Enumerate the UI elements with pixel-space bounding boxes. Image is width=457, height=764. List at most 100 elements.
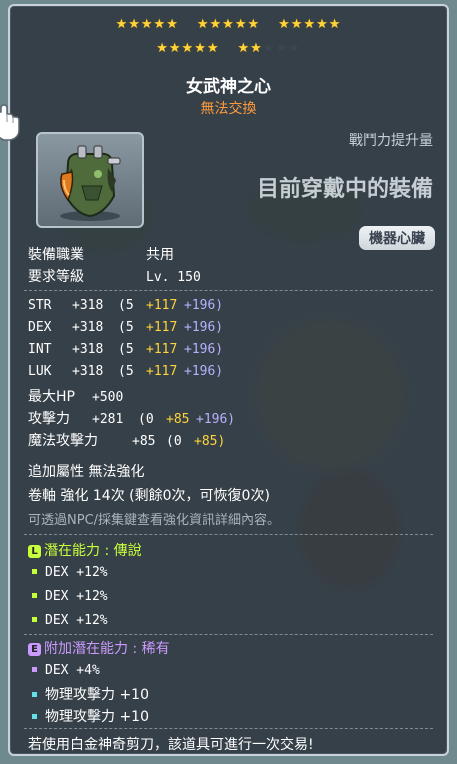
star-filled-icon: ★ [156, 41, 169, 56]
item-icon-frame [36, 132, 144, 228]
stat-name: 最大HP [28, 389, 75, 405]
stat-row-dex: DEX +318 (5 +117 +196) [28, 320, 223, 335]
stat-bonus: +85 [166, 412, 190, 427]
stat-row-str: STR +318 (5 +117 +196) [28, 298, 223, 313]
category-badge: 機器心臟 [359, 226, 435, 250]
item-tooltip: ★★★★★ ★★★★★ ★★★★★ ★★★★★ ★★★★★ 女武神之心 無法交換 戰鬥… [8, 4, 449, 756]
star-group: ★★★★★ [278, 18, 341, 32]
star-empty-icon: ★ [262, 41, 276, 56]
star-group: ★★★★★ [238, 42, 301, 56]
star-filled-icon: ★ [316, 17, 329, 32]
stat-total: +318 [72, 298, 104, 313]
potential-value: DEX +12% [45, 613, 108, 628]
potential-value: DEX +12% [45, 565, 108, 580]
additional-potential-value: 物理攻擊力 +10 [45, 709, 149, 725]
stat-name: STR [28, 298, 52, 313]
star-filled-icon: ★ [168, 41, 182, 56]
equipped-comparison-label: 目前穿戴中的裝備 [256, 177, 433, 202]
star-empty-icon: ★ [288, 41, 301, 56]
potential-line: DEX +12% [28, 588, 108, 604]
potential-header: L 潛在能力 : 傳說 [28, 540, 142, 560]
glove-cursor-icon [0, 104, 20, 141]
upgrade-hint-text: 可透過NPC/採集鍵查看強化資訊詳細內容。 [28, 513, 281, 528]
stat-name: 攻擊力 [28, 411, 70, 427]
additional-attribute-text: 追加屬性 無法強化 [28, 464, 145, 480]
divider [24, 728, 433, 729]
stat-base: (5 [118, 364, 134, 379]
legendary-badge-icon: L [28, 545, 41, 558]
requirement-level: 要求等級 Lv. 150 [28, 266, 201, 286]
potential-line: DEX +12% [28, 612, 108, 628]
star-filled-icon: ★ [303, 17, 317, 32]
stat-total: +281 [92, 412, 124, 427]
divider [24, 534, 433, 535]
stat-bonus: +117 [146, 298, 178, 313]
stat-total: +318 [72, 364, 104, 379]
star-force-row: ★★★★★ ★★★★★ [10, 42, 447, 56]
stat-base: (0 [138, 412, 154, 427]
additional-potential-value: DEX +4% [45, 663, 100, 678]
potential-value: DEX +12% [45, 589, 108, 604]
requirement-job: 裝備職業 共用 [28, 244, 174, 264]
bullet-icon [32, 616, 37, 622]
stat-row-luk: LUK +318 (5 +117 +196) [28, 364, 223, 379]
stat-starforce: +196) [184, 298, 224, 313]
star-filled-icon: ★ [237, 41, 251, 56]
star-filled-icon: ★ [222, 17, 235, 32]
additional-potential-header: E 附加潛在能力 : 稀有 [28, 638, 170, 658]
divider [24, 634, 433, 635]
star-filled-icon: ★ [166, 17, 179, 32]
stat-row-maxhp: 最大HP +500 [28, 386, 123, 406]
star-filled-icon: ★ [247, 17, 261, 32]
star-filled-icon: ★ [290, 17, 304, 32]
stat-total: +85 [132, 434, 156, 449]
stat-total: +318 [72, 342, 104, 357]
additional-potential-line: DEX +4% [28, 662, 100, 678]
bullet-icon [32, 691, 37, 697]
star-filled-icon: ★ [278, 17, 291, 32]
additional-potential-line: 物理攻擊力 +10 [28, 706, 149, 726]
stat-name: DEX [28, 320, 52, 335]
potential-title: 潛在能力 : 傳說 [44, 543, 142, 559]
star-filled-icon: ★ [140, 17, 154, 32]
mechanical-heart-icon [60, 145, 121, 221]
rare-badge-icon: E [28, 643, 41, 656]
additional-potential-value: 物理攻擊力 +10 [45, 687, 149, 703]
star-group: ★★★★★ [197, 18, 260, 32]
star-filled-icon: ★ [153, 17, 167, 32]
star-force-row: ★★★★★ ★★★★★ ★★★★★ [10, 18, 447, 32]
additional-potential-title: 附加潛在能力 : 稀有 [44, 641, 170, 657]
stat-bonus: +117 [146, 320, 178, 335]
stat-bonus: +85) [194, 434, 226, 449]
bullet-icon [32, 666, 37, 672]
stat-base: (0 [166, 434, 182, 449]
star-filled-icon: ★ [206, 41, 220, 56]
stat-row-int: INT +318 (5 +117 +196) [28, 342, 223, 357]
bullet-icon [32, 568, 37, 574]
star-group: ★★★★★ [116, 18, 179, 32]
stat-total: +500 [92, 390, 124, 405]
stat-total: +318 [72, 320, 104, 335]
item-name: 女武神之心 [186, 77, 271, 97]
stat-starforce: +196) [196, 412, 236, 427]
divider [24, 290, 433, 291]
stat-bonus: +117 [146, 364, 178, 379]
star-filled-icon: ★ [115, 17, 129, 32]
potential-line: DEX +12% [28, 564, 108, 580]
stat-base: (5 [118, 298, 134, 313]
trade-hint-text: 若使用白金神奇剪刀，該道具可進行一次交易! [28, 737, 314, 753]
stat-row-magic-attack: 魔法攻擊力 +85 (0 +85) [28, 430, 225, 450]
stat-name: 魔法攻擊力 [28, 433, 98, 449]
star-empty-icon: ★ [275, 41, 289, 56]
requirement-value: 共用 [146, 247, 174, 263]
star-filled-icon: ★ [128, 17, 141, 32]
star-filled-icon: ★ [181, 41, 195, 56]
star-filled-icon: ★ [328, 17, 342, 32]
stat-row-attack: 攻擊力 +281 (0 +85 +196) [28, 408, 235, 428]
stat-starforce: +196) [184, 364, 224, 379]
stat-name: INT [28, 342, 52, 357]
additional-potential-line: 物理攻擊力 +10 [28, 684, 149, 704]
stat-starforce: +196) [184, 320, 224, 335]
bullet-icon [32, 713, 37, 719]
requirement-label: 要求等級 [28, 269, 84, 285]
